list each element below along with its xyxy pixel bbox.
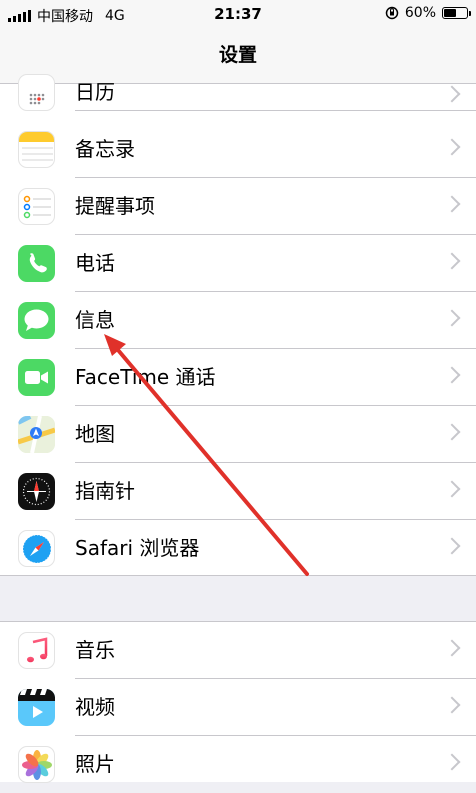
chevron-right-icon [443,753,461,771]
settings-row-maps[interactable]: 地图 [0,406,476,463]
settings-row-reminders[interactable]: 提醒事项 [0,178,476,235]
compass-icon [18,473,55,510]
settings-row-label: 提醒事项 [75,194,155,218]
battery-fill [444,9,456,17]
settings-row-label: FaceTime 通话 [75,365,216,389]
chevron-right-icon [443,366,461,384]
settings-group-apps: 日历 备忘录 提醒事项 电话 信息 FaceTime 通话 地图 指南针 Saf… [0,74,476,577]
orientation-lock-icon [385,6,399,20]
settings-row-notes[interactable]: 备忘录 [0,121,476,178]
chevron-right-icon [443,639,461,657]
settings-row-facetime[interactable]: FaceTime 通话 [0,349,476,406]
settings-row-safari[interactable]: Safari 浏览器 [0,520,476,577]
settings-row-music[interactable]: 音乐 [0,622,476,679]
chevron-right-icon [443,195,461,213]
settings-row-photos[interactable]: 照片 [0,736,476,793]
chevron-right-icon [443,309,461,327]
facetime-icon [18,359,55,396]
settings-row-calendar[interactable]: 日历 [0,74,476,111]
reminders-icon [18,188,55,225]
calendar-icon [18,74,55,111]
section-separator [0,575,476,622]
maps-icon [18,416,55,453]
notes-icon [18,131,55,168]
status-bar: 中国移动 4G 21:37 60% [0,0,476,30]
settings-row-phone[interactable]: 电话 [0,235,476,292]
phone-icon [18,245,55,282]
settings-group-media: 音乐 视频 照片 [0,621,476,783]
settings-row-messages[interactable]: 信息 [0,292,476,349]
settings-row-label: 照片 [75,752,115,776]
settings-row-label: 电话 [75,251,115,275]
chevron-right-icon [443,537,461,555]
settings-row-compass[interactable]: 指南针 [0,463,476,520]
settings-row-label: Safari 浏览器 [75,536,200,560]
chevron-right-icon [443,252,461,270]
settings-row-label: 视频 [75,695,115,719]
status-right: 60% [385,5,471,21]
battery-icon [442,7,471,19]
messages-icon [18,302,55,339]
settings-row-label: 信息 [75,308,115,332]
settings-row-label: 指南针 [75,479,135,503]
settings-row-label: 音乐 [75,638,115,662]
page-title: 设置 [218,44,257,66]
settings-row-label: 备忘录 [75,137,135,161]
safari-icon [18,530,55,567]
row-divider [75,110,476,111]
videos-icon [18,689,55,726]
battery-percent: 60% [404,5,436,21]
chevron-right-icon [443,423,461,441]
chevron-right-icon [443,480,461,498]
settings-row-label: 日历 [75,80,115,104]
photos-icon [18,746,55,783]
chevron-right-icon [443,696,461,714]
settings-row-videos[interactable]: 视频 [0,679,476,736]
nav-bar: 设置 [0,30,476,84]
music-icon [18,632,55,669]
chevron-right-icon [443,85,461,103]
settings-row-label: 地图 [75,422,115,446]
chevron-right-icon [443,138,461,156]
